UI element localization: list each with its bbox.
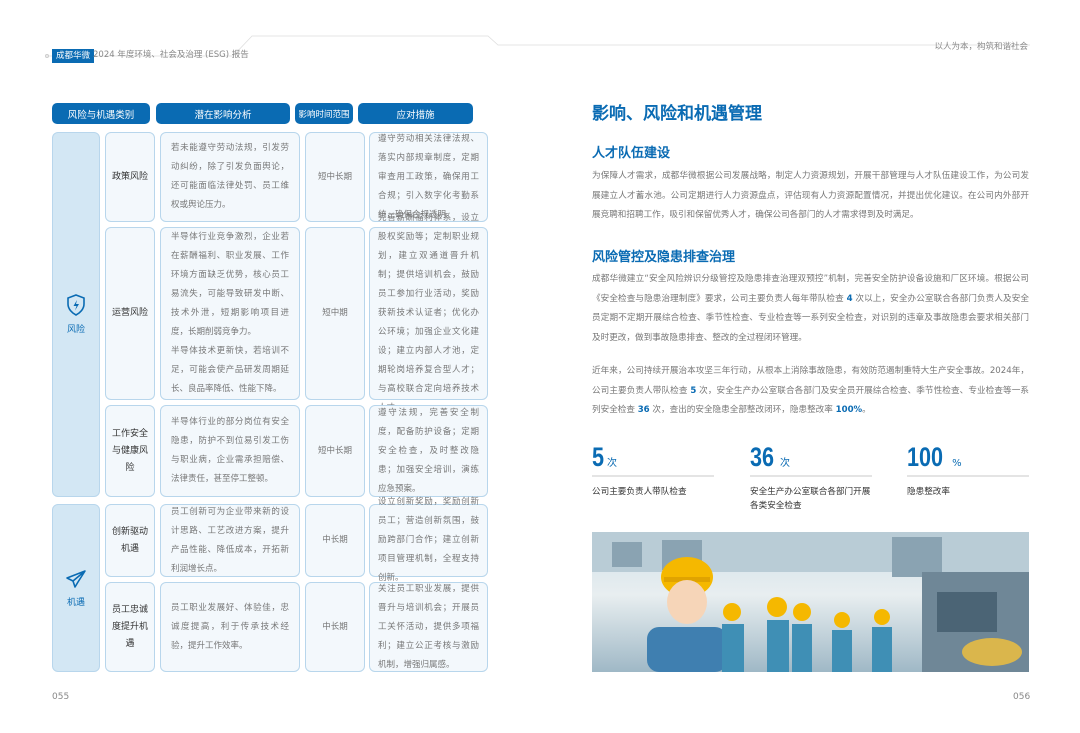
page-number-left: 055	[52, 692, 70, 702]
stat-unit: %	[952, 458, 962, 469]
time-range: 短中期	[305, 227, 365, 400]
time-range: 短中长期	[305, 405, 365, 497]
divider	[750, 475, 872, 477]
group-opportunity: 机遇	[52, 504, 100, 672]
stat-label: 隐患整改率	[907, 487, 950, 497]
group-label: 机遇	[66, 597, 85, 608]
stat-leader-inspections: 5 次公司主要负责人带队检查	[592, 442, 714, 499]
measures: 遵守法规，完善安全制度，配备防护设备；定期安全检查，及时整改隐患；加强安全培训，…	[369, 405, 488, 497]
stat-label: 安全生产办公室联合各部门开展各类安全检查	[750, 487, 871, 511]
stat-rectification-rate: 100% 隐患整改率	[907, 442, 1029, 499]
group-risk: 风险	[52, 132, 100, 497]
stat-label: 公司主要负责人带队检查	[592, 487, 687, 497]
impact-analysis: 若未能遵守劳动法规，引发劳动纠纷，除了引发负面舆论，还可能面临法律处罚、员工维权…	[160, 132, 300, 222]
measures: 完善薪酬福利体系，设立股权奖励等；定制职业规划，建立双通道晋升机制；提供培训机会…	[369, 213, 488, 413]
impact-text-2: 半导体技术更新快，若培训不足，可能会使产品研发周期延长、良品率降低、性能下降。	[171, 346, 289, 394]
shield-lightning-icon	[67, 294, 85, 316]
measures: 设立创新奖励，奖励创新员工；营造创新氛围，鼓励跨部门合作；建立创新项目管理机制，…	[369, 497, 488, 583]
time-range: 中长期	[305, 582, 365, 672]
page-number-right: 056	[1013, 692, 1031, 702]
col-header-category: 风险与机遇类别	[52, 103, 150, 124]
page-title: 影响、风险和机遇管理	[592, 104, 762, 124]
stat-unit: 次	[607, 458, 618, 469]
highlight-number: 100%	[835, 405, 863, 415]
talent-paragraph: 为保障人才需求，成都华微根据公司发展战略，制定人力资源规划，开展干部管理与人才队…	[592, 171, 1029, 220]
impact-analysis: 员工创新可为企业带来新的设计思路、工艺改进方案，提升产品性能、降低成本，开拓新利…	[160, 504, 300, 577]
divider	[592, 475, 714, 477]
impact-analysis: 员工职业发展好、体验佳，忠诚度提高，利于传承技术经验，提升工作效率。	[160, 582, 300, 672]
impact-analysis: 半导体行业的部分岗位有安全隐患，防护不到位易引发工伤与职业病，企业需承担赔偿、法…	[160, 405, 300, 497]
impact-analysis: 半导体行业竞争激烈，企业若在薪酬福利、职业发展、工作环境方面缺乏优势，核心员工易…	[160, 227, 300, 400]
risk-type: 政策风险	[105, 132, 155, 222]
section-title-talent: 人才队伍建设	[592, 146, 671, 161]
risk-control-paragraph-2: 近年来，公司持续开展治本攻坚三年行动，从根本上消除事故隐患，有效防范遏制重特大生…	[592, 362, 1029, 421]
risk-type: 工作安全与健康风险	[105, 405, 155, 497]
factory-workers-illustration	[592, 532, 1029, 672]
company-tag: 成都华微	[52, 49, 95, 63]
time-range: 中长期	[305, 504, 365, 577]
time-range: 短中长期	[305, 132, 365, 222]
stat-safety-inspections: 36 次安全生产办公室联合各部门开展各类安全检查	[750, 442, 872, 513]
text: 次，查出的安全隐患全部整改闭环，隐患整改率	[649, 405, 836, 415]
report-title: 2024 年度环境、社会及治理 (ESG) 报告	[93, 50, 249, 60]
col-header-measures: 应对措施	[358, 103, 473, 124]
risk-control-paragraph-1: 成都华微建立“安全风险辨识分级管控及隐患排查治理双预控”机制，完善安全防护设备设…	[592, 270, 1029, 348]
stat-value: 5	[592, 442, 605, 472]
section-title-risk-control: 风险管控及隐患排查治理	[592, 250, 736, 265]
impact-text: 半导体行业竞争激烈，企业若在薪酬福利、职业发展、工作环境方面缺乏优势，核心员工易…	[171, 232, 289, 337]
measures: 关注员工职业发展，提供晋升与培训机会；开展员工关怀活动，提供多项福利；建立公正考…	[369, 582, 488, 672]
col-header-time: 影响时间范围	[295, 103, 353, 124]
highlight-number: 36	[637, 405, 650, 415]
risk-type: 运营风险	[105, 227, 155, 400]
col-header-impact: 潜在影响分析	[156, 103, 290, 124]
page-slogan: 以人为本，构筑和谐社会	[934, 42, 1028, 52]
stat-unit: 次	[780, 458, 791, 469]
paper-plane-icon	[66, 569, 86, 588]
opportunity-type: 员工忠诚度提升机遇	[105, 582, 155, 672]
group-label: 风险	[66, 325, 85, 335]
stat-value: 36	[750, 442, 775, 472]
text: 。	[862, 405, 871, 415]
divider	[907, 475, 1029, 477]
stat-value: 100	[907, 442, 944, 472]
opportunity-type: 创新驱动机遇	[105, 504, 155, 577]
